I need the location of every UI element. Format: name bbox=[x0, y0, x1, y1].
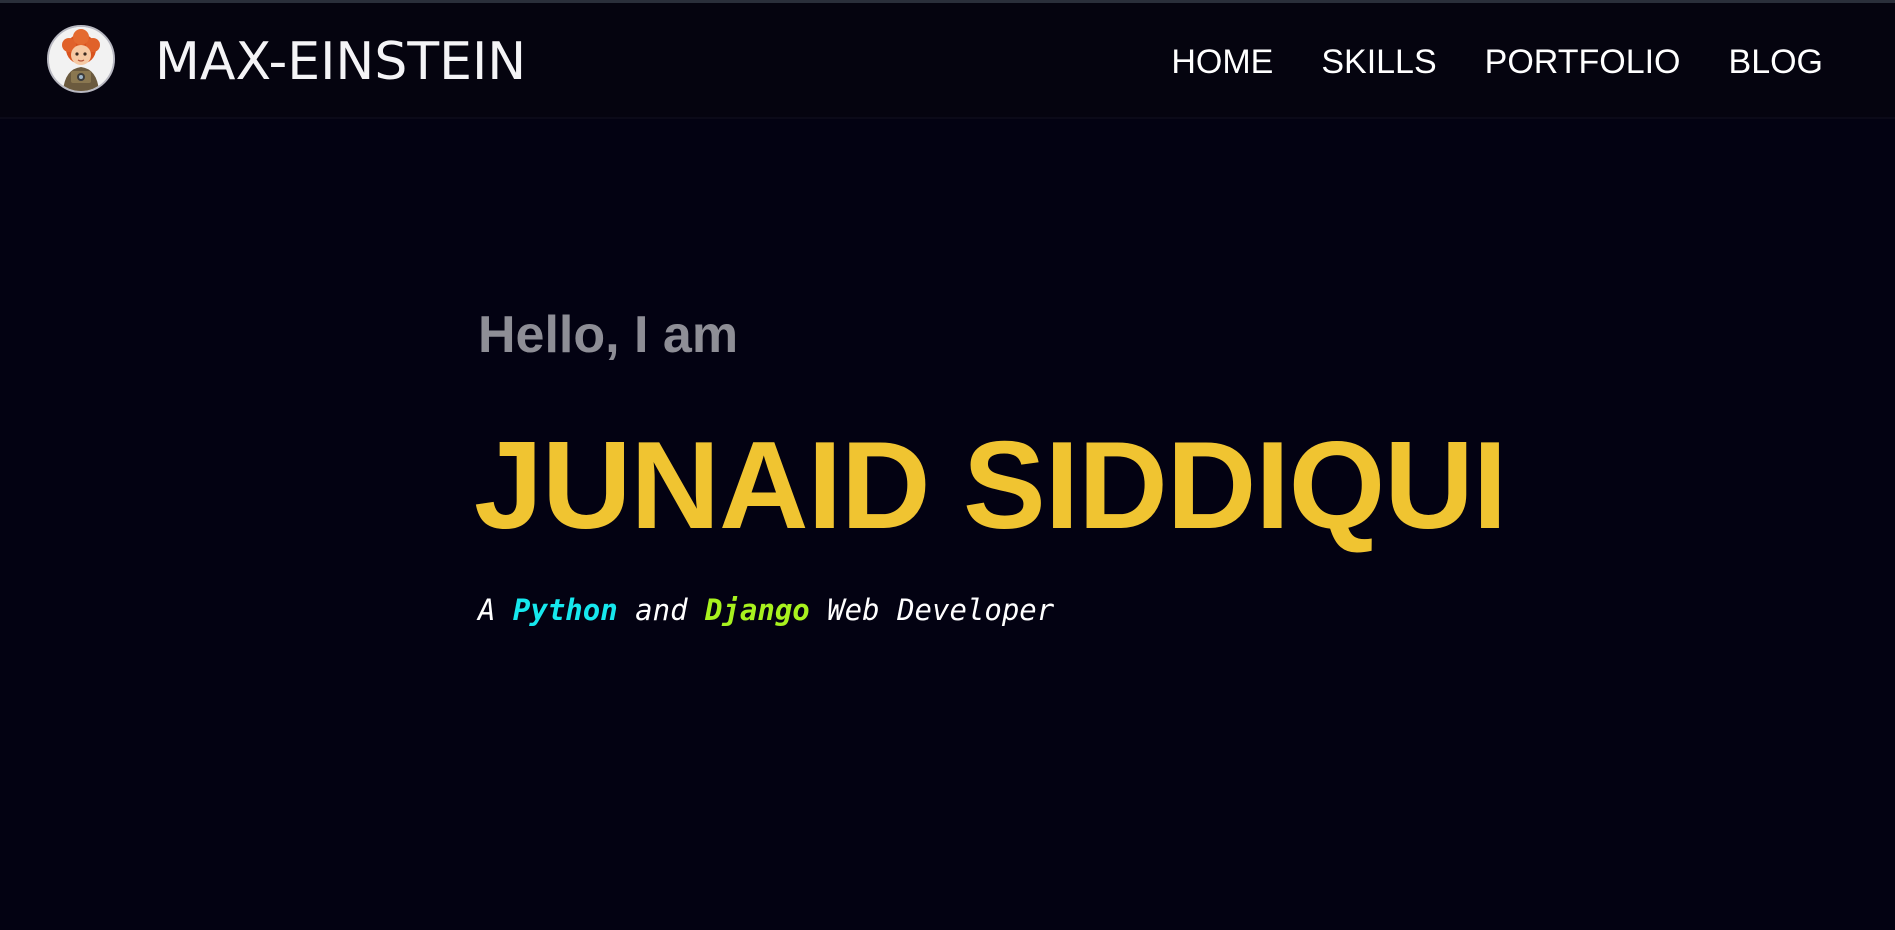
navbar: MAX-EINSTEIN HOME SKILLS PORTFOLIO BLOG bbox=[0, 3, 1895, 119]
nav-portfolio-link[interactable]: PORTFOLIO bbox=[1485, 41, 1681, 83]
brand-title[interactable]: MAX-EINSTEIN bbox=[155, 29, 526, 95]
tagline-django: Django bbox=[705, 593, 810, 627]
nav-blog-link[interactable]: BLOG bbox=[1729, 41, 1823, 83]
hero-section: Hello, I am JUNAID SIDDIQUI A Python and… bbox=[474, 300, 1507, 627]
hero-greeting: Hello, I am bbox=[478, 306, 739, 364]
tagline-prefix: A bbox=[478, 593, 513, 627]
tagline-python: Python bbox=[512, 593, 618, 627]
main-nav: HOME SKILLS PORTFOLIO BLOG bbox=[1171, 41, 1823, 83]
tagline-suffix: Web Developer bbox=[809, 593, 1055, 627]
hero-name: JUNAID SIDDIQUI bbox=[474, 417, 1507, 555]
tagline-middle: and bbox=[617, 593, 705, 627]
nav-skills-link[interactable]: SKILLS bbox=[1321, 41, 1436, 83]
cartoon-avatar-icon bbox=[49, 27, 113, 91]
avatar[interactable] bbox=[47, 25, 115, 93]
nav-home-link[interactable]: HOME bbox=[1171, 41, 1273, 83]
hero-tagline: A Python and Django Web Developer bbox=[478, 590, 1054, 630]
